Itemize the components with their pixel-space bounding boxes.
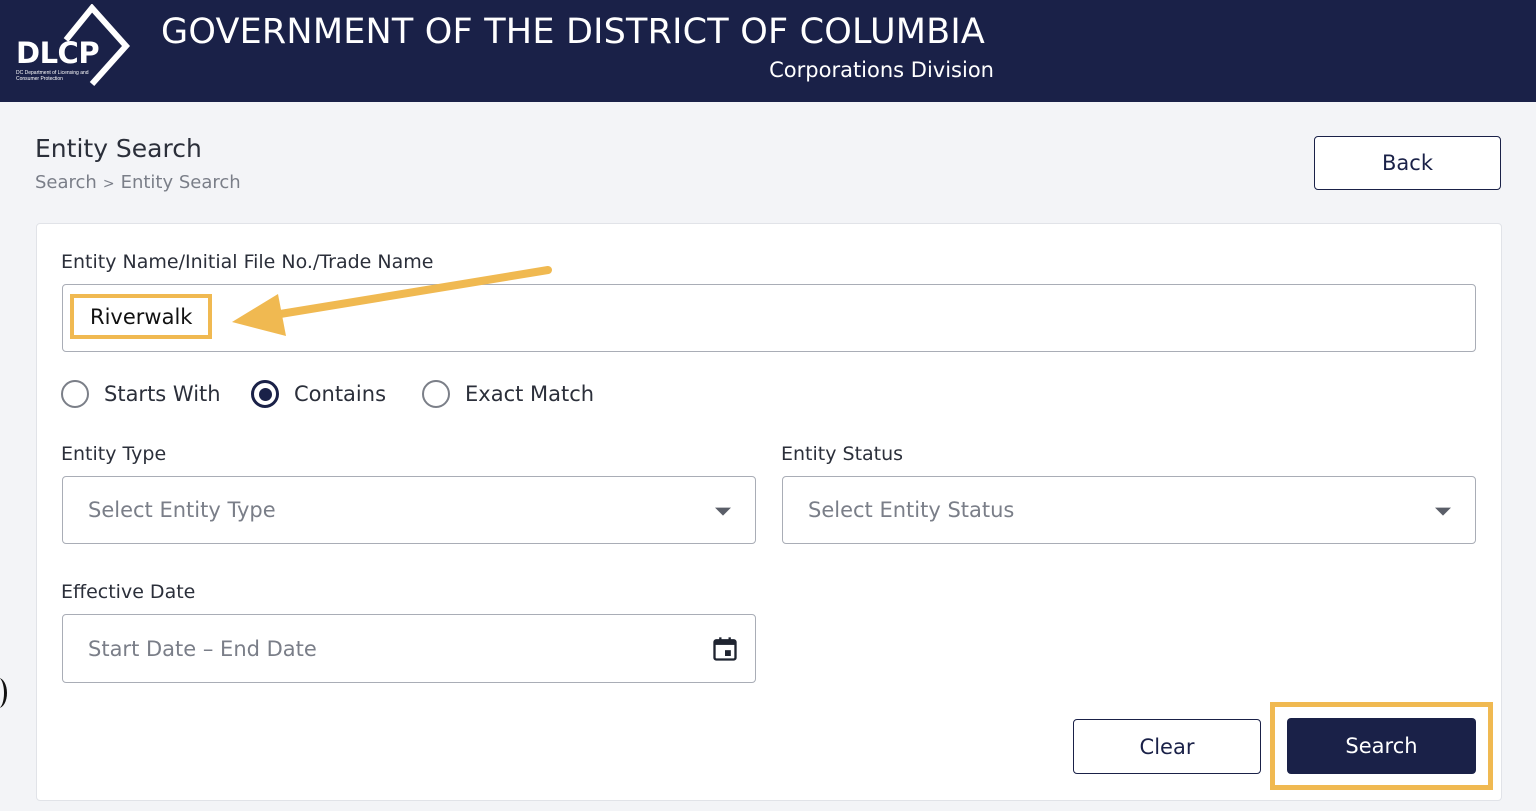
end-date-placeholder: End Date <box>220 636 317 661</box>
breadcrumb-search-link[interactable]: Search <box>35 172 97 193</box>
date-range-placeholder: Start Date – End Date <box>88 637 317 661</box>
entity-status-placeholder: Select Entity Status <box>808 498 1015 522</box>
page-edge-mark <box>0 678 7 708</box>
radio-starts-with[interactable]: Starts With <box>61 380 221 408</box>
radio-circle-selected[interactable] <box>251 380 279 408</box>
radio-circle[interactable] <box>422 380 450 408</box>
chevron-down-icon <box>715 507 731 516</box>
entity-name-value: Riverwalk <box>70 294 213 339</box>
search-button[interactable]: Search <box>1287 718 1476 774</box>
site-header: DLCP DC Department of Licensing and Cons… <box>0 0 1536 102</box>
page-title: Entity Search <box>35 134 202 163</box>
radio-circle[interactable] <box>61 380 89 408</box>
annotation-arrow-icon <box>232 266 552 336</box>
calendar-icon[interactable] <box>711 635 739 663</box>
chevron-down-icon <box>1435 507 1451 516</box>
breadcrumb: Search > Entity Search <box>35 172 241 193</box>
radio-exact-match[interactable]: Exact Match <box>422 380 594 408</box>
dlcp-logo[interactable]: DLCP DC Department of Licensing and Cons… <box>6 3 131 88</box>
radio-contains[interactable]: Contains <box>251 380 386 408</box>
radio-dot <box>258 387 272 401</box>
breadcrumb-current: Entity Search <box>120 172 241 193</box>
government-title: GOVERNMENT OF THE DISTRICT OF COLUMBIA <box>161 12 986 52</box>
start-date-placeholder: Start Date <box>88 636 197 661</box>
entity-status-label: Entity Status <box>781 443 904 465</box>
clear-button[interactable]: Clear <box>1073 719 1261 774</box>
effective-date-label: Effective Date <box>61 581 196 603</box>
radio-label: Exact Match <box>465 382 595 406</box>
breadcrumb-separator: > <box>102 176 115 192</box>
radio-label: Contains <box>294 382 387 406</box>
entity-type-label: Entity Type <box>61 443 167 465</box>
date-separator: – <box>202 636 214 661</box>
entity-type-placeholder: Select Entity Type <box>88 498 276 522</box>
logo-text: DLCP <box>16 36 100 70</box>
logo-subtext: DC Department of Licensing and Consumer … <box>16 70 89 82</box>
back-button[interactable]: Back <box>1314 136 1501 190</box>
entity-status-select[interactable]: Select Entity Status <box>782 476 1476 544</box>
entity-type-select[interactable]: Select Entity Type <box>62 476 756 544</box>
radio-label: Starts With <box>104 382 221 406</box>
division-subtitle: Corporations Division <box>769 58 994 82</box>
effective-date-range-input[interactable]: Start Date – End Date <box>62 614 756 683</box>
